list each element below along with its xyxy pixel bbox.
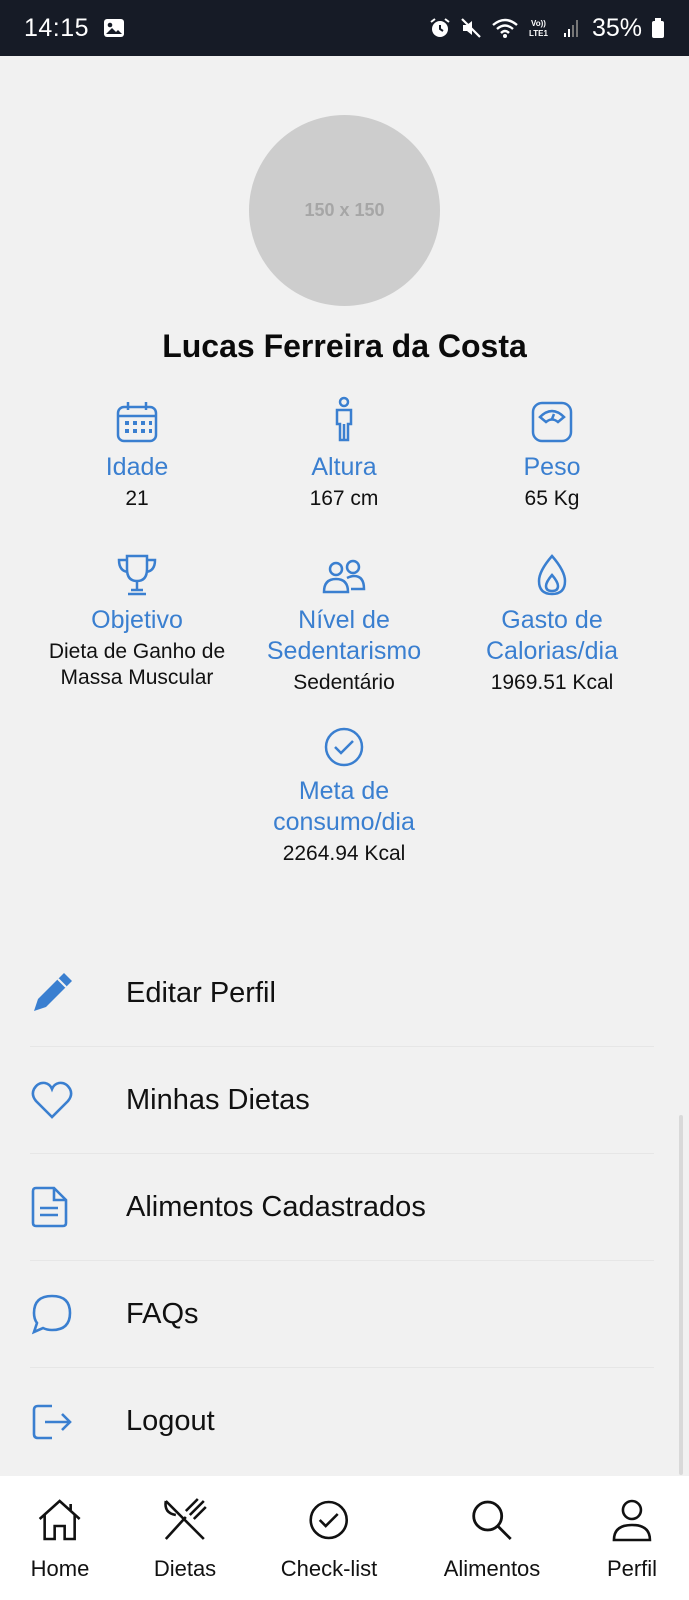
fork-knife-icon [154,1496,216,1544]
mute-icon [460,17,482,39]
menu-item-minhas-dietas[interactable]: Minhas Dietas [30,1047,654,1154]
heart-icon [30,1080,96,1120]
stat-idade-value: 21 [125,487,149,510]
user-icon [607,1496,657,1544]
stat-peso-label: Peso [523,453,581,481]
stat-idade: Idade 21 [32,392,242,512]
nav-dietas[interactable]: Dietas [154,1496,216,1582]
stat-altura: Altura 167 cm [239,392,449,512]
nav-alimentos-label: Alimentos [443,1556,541,1581]
people-icon [239,545,449,597]
nav-alimentos[interactable]: Alimentos [443,1496,541,1582]
check-circle-icon [239,716,449,768]
battery-percent: 35% [591,13,642,42]
calendar-icon [32,392,242,444]
svg-text:LTE1: LTE1 [529,29,549,38]
home-icon [31,1496,90,1544]
profile-menu: Editar Perfil Minhas Dietas Alimentos Ca… [30,940,654,1475]
avatar: 150 x 150 [249,115,440,306]
menu-item-label: Alimentos Cadastrados [126,1190,426,1223]
stat-altura-value: 167 cm [309,487,379,510]
stat-sedentarismo-value: Sedentário [293,671,395,694]
stat-gasto: Gasto de Calorias/dia 1969.51 Kcal [447,545,657,696]
person-height-icon [239,392,449,444]
volte-icon: Vo)) LTE1 [528,17,554,39]
stat-sedentarismo-label-line2: Sedentarismo [266,637,422,665]
menu-item-editar-perfil[interactable]: Editar Perfil [30,940,654,1047]
pencil-icon [30,971,96,1015]
chat-bubble-icon [30,1292,96,1336]
nav-home-label: Home [30,1556,90,1581]
stat-meta-value: 2264.94 Kcal [282,842,406,865]
stat-gasto-label-line1: Gasto de [501,606,603,634]
gallery-notification-icon [103,17,125,39]
menu-item-label: FAQs [126,1297,199,1330]
stat-meta-label-line1: Meta de [298,777,390,805]
stat-gasto-value: 1969.51 Kcal [490,671,614,694]
stat-sedentarismo-label-line1: Nível de [298,606,390,634]
flame-icon [447,545,657,597]
profile-name: Lucas Ferreira da Costa [162,328,527,364]
menu-item-label: Editar Perfil [126,976,276,1009]
nav-home[interactable]: Home [30,1496,90,1582]
nav-perfil-label: Perfil [606,1556,658,1581]
nav-check-list[interactable]: Check-list [280,1496,378,1582]
stat-objetivo-label: Objetivo [91,606,183,634]
nav-perfil[interactable]: Perfil [607,1496,657,1582]
menu-item-label: Minhas Dietas [126,1083,310,1116]
battery-icon [651,17,665,39]
stat-objetivo: Objetivo Dieta de Ganho de Massa Muscula… [32,545,242,691]
stat-meta: Meta de consumo/dia 2264.94 Kcal [239,716,449,867]
svg-text:Vo)): Vo)) [531,19,546,28]
status-time: 14:15 [24,13,90,42]
stat-sedentarismo: Nível de Sedentarismo Sedentário [239,545,449,696]
stat-idade-label: Idade [105,453,169,481]
menu-item-faqs[interactable]: FAQs [30,1261,654,1368]
stat-objetivo-value-line2: Massa Muscular [60,666,214,689]
alarm-icon [429,17,451,39]
stat-altura-label: Altura [311,453,377,481]
wifi-icon [491,17,519,39]
scrollbar[interactable] [679,1115,683,1475]
stat-meta-label-line2: consumo/dia [273,808,415,836]
search-icon [444,1496,541,1544]
stat-gasto-label-line2: Calorias/dia [485,637,618,665]
avatar-placeholder-text: 150 x 150 [304,200,385,220]
menu-item-logout[interactable]: Logout [30,1368,654,1475]
bottom-nav: Home Dietas Check-list Alimentos Perfil [0,1476,689,1600]
scale-icon [447,392,657,444]
signal-icon [563,17,581,39]
document-icon [30,1185,96,1229]
stat-peso: Peso 65 Kg [447,392,657,512]
status-icons: Vo)) LTE1 35% [429,14,665,43]
logout-icon [30,1402,96,1442]
stat-peso-value: 65 Kg [524,487,580,510]
trophy-icon [32,545,242,597]
menu-item-label: Logout [126,1405,215,1437]
nav-dietas-label: Dietas [153,1556,217,1581]
check-circle-icon [281,1496,378,1544]
stat-objetivo-value-line1: Dieta de Ganho de [48,640,226,663]
nav-check-list-label: Check-list [280,1556,378,1581]
menu-item-alimentos-cadastrados[interactable]: Alimentos Cadastrados [30,1154,654,1261]
status-bar: 14:15 Vo)) LTE1 35% [0,0,689,56]
